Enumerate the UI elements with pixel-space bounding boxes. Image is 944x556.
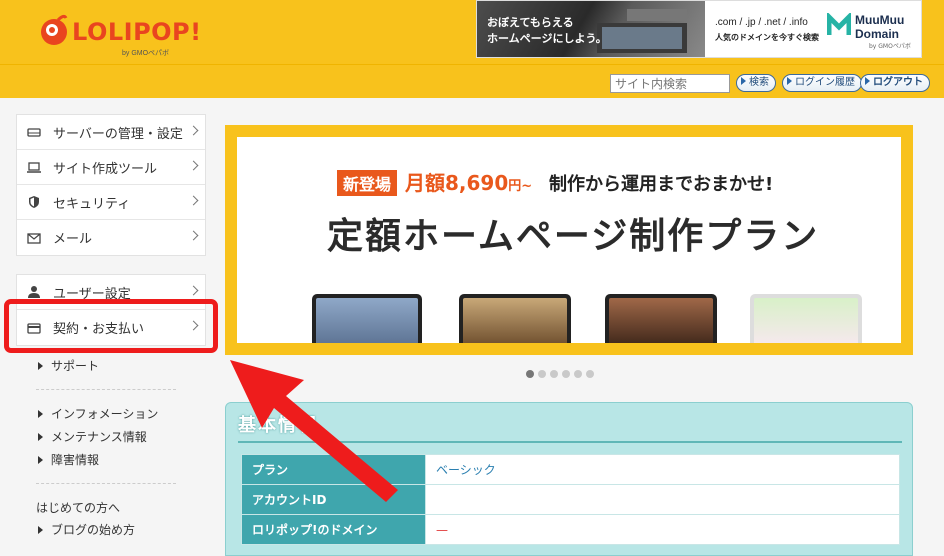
ad-photo-text: おぼえてもらえる ホームページにしよう。 (487, 15, 607, 47)
chevron-right-icon (188, 160, 199, 171)
price-value: 8,690 (445, 171, 509, 195)
blog-guide-label: ブログの始め方 (51, 523, 136, 537)
red-arrow-annotation (230, 360, 398, 502)
sidebar-support-links: サポート インフォメーション メンテナンス情報 障害情報 はじめての方へ ブログ… (16, 354, 206, 541)
ad-line-1: おぼえてもらえる (487, 16, 574, 29)
sidebar-item-label: サーバーの管理・設定 (53, 126, 183, 142)
carousel-dot[interactable] (526, 370, 534, 378)
arrow-right-icon (741, 77, 746, 85)
arrow-right-icon (865, 77, 870, 85)
account-id-value (425, 484, 900, 515)
site-search-input[interactable] (610, 74, 730, 93)
outage-link[interactable]: 障害情報 (16, 448, 206, 471)
highlight-box (4, 299, 218, 353)
divider (36, 389, 176, 390)
hero-title: 定額ホームページ制作プラン (327, 216, 820, 257)
search-button-label: 検索 (749, 77, 769, 88)
device-mockup-1 (312, 294, 422, 343)
hero-tagline: 制作から運用までおまかせ! (549, 174, 774, 195)
sidebar-item-server[interactable]: サーバーの管理・設定 (17, 115, 205, 150)
carousel-dot[interactable] (538, 370, 546, 378)
login-history-button[interactable]: ログイン履歴 (782, 74, 862, 92)
lolipop-logo-icon (41, 14, 68, 45)
information-label: インフォメーション (51, 407, 159, 421)
ad-brand-line-1: MuuMuu (855, 13, 905, 27)
arrow-right-icon (38, 361, 43, 370)
arrow-right-icon (787, 77, 792, 85)
carousel-dot[interactable] (562, 370, 570, 378)
shield-icon (29, 196, 39, 208)
sidebar-item-label: メール (53, 232, 93, 247)
row-label: ロリポップ!のドメイン (241, 514, 426, 545)
laptop-icon (27, 162, 41, 173)
ad-domains: .com / .jp / .net / .info (715, 17, 808, 28)
arrow-right-icon (38, 455, 43, 464)
ad-brand-sub: by GMOペパボ (869, 43, 911, 50)
hero-price: 月額8,690円~ (405, 167, 532, 196)
mail-icon (27, 232, 41, 244)
arrow-right-icon (38, 525, 43, 534)
logo-sub: by GMOペパボ (122, 50, 170, 57)
chevron-right-icon (188, 125, 199, 136)
device-mockup-3 (605, 294, 717, 343)
table-row: ロリポップ!のドメイン — (241, 514, 900, 545)
new-badge: 新登場 (337, 170, 398, 196)
blog-guide-link[interactable]: ブログの始め方 (16, 518, 206, 541)
lolipop-logo[interactable]: LOLIPOP! by GMOペパボ (38, 12, 201, 57)
server-icon (27, 128, 41, 137)
logout-button[interactable]: ログアウト (860, 74, 930, 92)
muumuu-domain-banner[interactable]: おぼえてもらえる ホームページにしよう。 .com / .jp / .net /… (476, 0, 922, 58)
device-mockup-2 (459, 294, 571, 343)
arrow-right-icon (38, 432, 43, 441)
utility-bar: 検索 ログイン履歴 ログアウト (0, 64, 944, 98)
beginners-link[interactable]: はじめての方へ (16, 496, 206, 518)
ad-brand: MuuMuu Domain (855, 13, 904, 41)
information-link[interactable]: インフォメーション (16, 402, 206, 425)
chevron-right-icon (188, 285, 199, 296)
chevron-right-icon (188, 230, 199, 241)
domain-value: — (425, 514, 900, 545)
muumuu-logo-icon (827, 13, 851, 35)
divider (36, 483, 176, 484)
sidebar-menu-group-1: サーバーの管理・設定 サイト作成ツール セキュリティ メール (16, 114, 206, 256)
sidebar-item-security[interactable]: セキュリティ (17, 185, 205, 220)
header: LOLIPOP! by GMOペパボ おぼえてもらえる ホームページにしよう。 … (0, 0, 944, 64)
user-icon (28, 286, 40, 298)
support-label: サポート (51, 359, 100, 373)
search-button[interactable]: 検索 (736, 74, 776, 92)
hero-banner[interactable]: 新登場 月額8,690円~ 制作から運用までおまかせ! 定額ホームページ制作プラ… (225, 125, 913, 355)
sidebar-item-label: セキュリティ (53, 196, 131, 212)
carousel-dot[interactable] (550, 370, 558, 378)
maintenance-label: メンテナンス情報 (51, 430, 147, 444)
support-link[interactable]: サポート (16, 354, 206, 377)
sidebar-item-mail[interactable]: メール (17, 220, 205, 255)
price-unit: 円~ (508, 179, 533, 194)
plan-value[interactable]: ベーシック (425, 454, 900, 485)
ad-tagline: 人気のドメインを今すぐ検索 (715, 33, 819, 42)
price-prefix: 月額 (405, 171, 445, 195)
carousel-dot[interactable] (586, 370, 594, 378)
device-mockup-4 (750, 294, 862, 343)
carousel-dots (526, 370, 594, 378)
login-history-label: ログイン履歴 (795, 77, 855, 88)
arrow-right-icon (38, 409, 43, 418)
sidebar-item-label: サイト作成ツール (53, 161, 158, 177)
chevron-right-icon (188, 195, 199, 206)
ad-domain-text: .com / .jp / .net / .info 人気のドメインを今すぐ検索 (715, 15, 819, 45)
hero-banner-inner: 新登場 月額8,690円~ 制作から運用までおまかせ! 定額ホームページ制作プラ… (237, 137, 901, 343)
logout-label: ログアウト (873, 77, 923, 88)
sidebar-item-site-tools[interactable]: サイト作成ツール (17, 150, 205, 185)
carousel-dot[interactable] (574, 370, 582, 378)
maintenance-link[interactable]: メンテナンス情報 (16, 425, 206, 448)
ad-photo: おぼえてもらえる ホームページにしよう。 (477, 1, 705, 57)
logo-text: LOLIPOP! (72, 18, 202, 46)
ad-brand-line-2: Domain (855, 27, 900, 41)
outage-label: 障害情報 (51, 453, 100, 467)
ad-line-2: ホームページにしよう。 (487, 32, 607, 45)
